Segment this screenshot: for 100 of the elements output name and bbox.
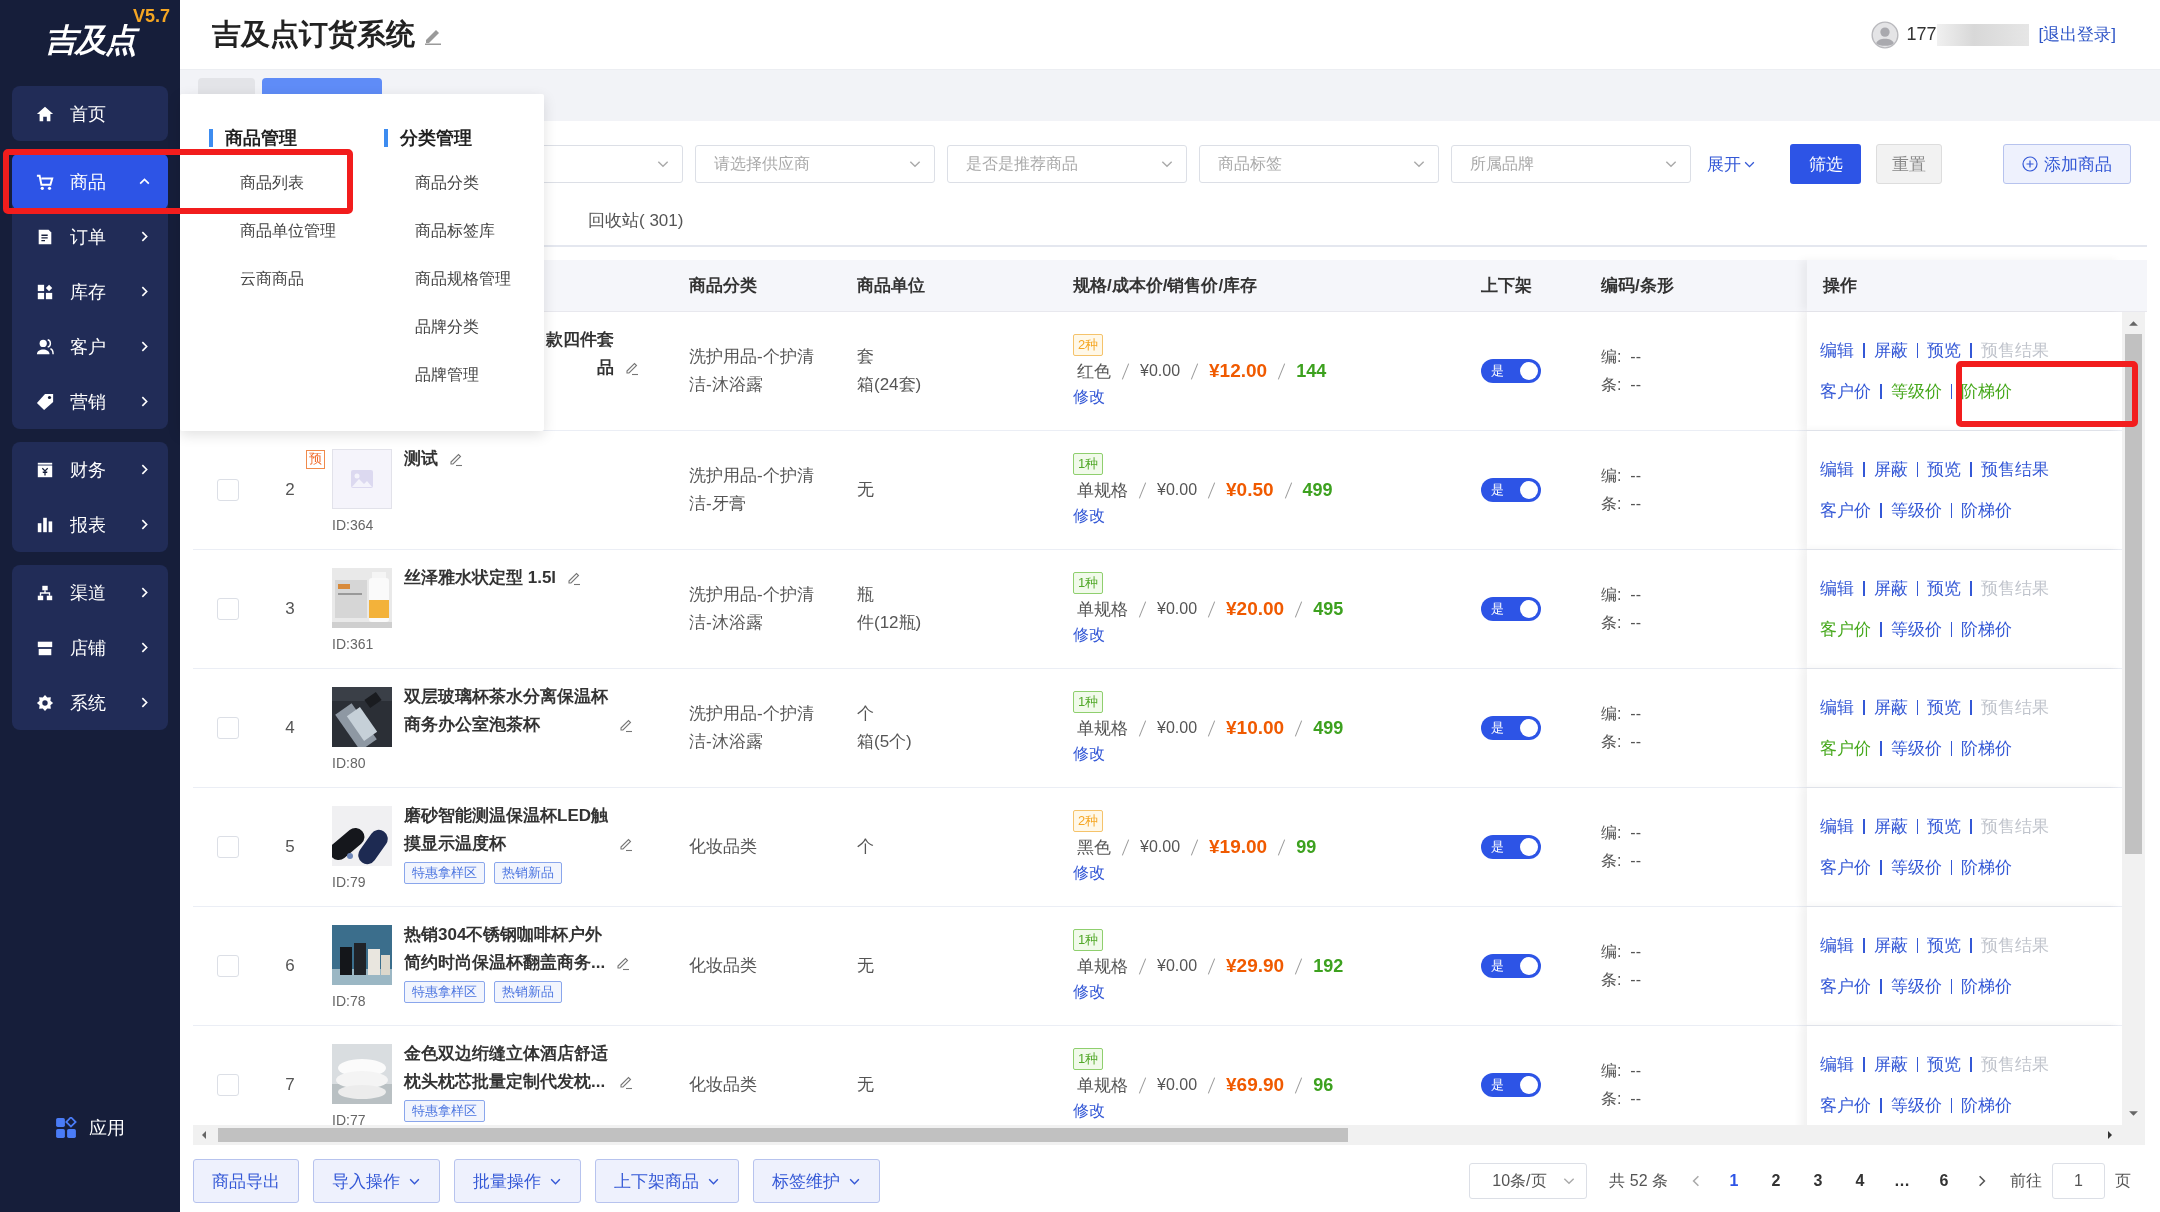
action-link[interactable]: 预览 (1927, 933, 1961, 957)
menu-item[interactable]: 商品标签库 (384, 220, 495, 241)
action-link[interactable]: 编辑 (1820, 338, 1854, 362)
action-link[interactable]: 编辑 (1820, 457, 1854, 481)
sidebar-item[interactable]: 渠道 (12, 565, 168, 620)
action-link[interactable]: 等级价 (1890, 617, 1942, 641)
horizontal-scrollbar[interactable] (193, 1124, 2145, 1145)
sidebar-item[interactable]: 库存 (12, 264, 168, 319)
menu-item[interactable]: 商品分类 (384, 172, 479, 193)
action-link[interactable]: 预览 (1927, 338, 1961, 362)
action-link[interactable]: 客户价 (1820, 974, 1871, 998)
action-button[interactable]: 批量操作 (454, 1159, 581, 1204)
page-link[interactable]: … (1892, 1172, 1912, 1191)
checkbox[interactable] (216, 478, 239, 501)
action-link[interactable]: 等级价 (1890, 1093, 1942, 1117)
action-link[interactable]: 屏蔽 (1873, 457, 1908, 481)
toggle-switch[interactable]: 是 (1481, 358, 1541, 383)
reset-button[interactable]: 重置 (1876, 144, 1942, 184)
menu-item[interactable]: 云商商品 (209, 268, 304, 289)
checkbox[interactable] (216, 1073, 239, 1096)
checkbox[interactable] (216, 716, 239, 739)
page-link[interactable]: 2 (1766, 1172, 1786, 1191)
action-link[interactable]: 预售结果 (1980, 457, 2049, 481)
action-link[interactable]: 阶梯价 (1961, 974, 2012, 998)
modify-link[interactable]: 修改 (1073, 1100, 1105, 1122)
action-link[interactable]: 预览 (1927, 457, 1961, 481)
sidebar-item[interactable]: 系统 (12, 675, 168, 730)
action-button[interactable]: 导入操作 (313, 1159, 440, 1204)
sidebar-item[interactable]: 财务 (12, 442, 168, 497)
page-link[interactable]: 6 (1934, 1172, 1954, 1191)
page-input[interactable]: 1 (2052, 1163, 2105, 1200)
checkbox[interactable] (216, 597, 239, 620)
action-link[interactable]: 阶梯价 (1961, 617, 2012, 641)
sidebar-item[interactable]: 商品 (12, 154, 168, 209)
sidebar-item[interactable]: 订单 (12, 209, 168, 264)
action-link[interactable]: 预览 (1927, 576, 1961, 600)
toggle-switch[interactable]: 是 (1481, 834, 1541, 859)
action-link[interactable]: 编辑 (1820, 1052, 1854, 1076)
sidebar-item[interactable]: 营销 (12, 374, 168, 429)
action-link[interactable]: 预览 (1927, 695, 1961, 719)
apps-button[interactable]: 应用 (55, 1116, 125, 1140)
toggle-switch[interactable]: 是 (1481, 953, 1541, 978)
action-link[interactable]: 阶梯价 (1961, 1093, 2012, 1117)
toggle-switch[interactable]: 是 (1481, 596, 1541, 621)
modify-link[interactable]: 修改 (1073, 624, 1105, 646)
page-size-select[interactable]: 10条/页 (1469, 1163, 1588, 1200)
sidebar-item[interactable]: 店铺 (12, 620, 168, 675)
menu-item[interactable]: 商品单位管理 (209, 220, 336, 241)
action-link[interactable]: 屏蔽 (1873, 814, 1908, 838)
action-link[interactable]: 编辑 (1820, 695, 1854, 719)
action-link[interactable]: 客户价 (1820, 498, 1871, 522)
page-link[interactable]: 1 (1724, 1172, 1744, 1191)
action-link[interactable]: 屏蔽 (1873, 695, 1908, 719)
action-link[interactable]: 屏蔽 (1873, 933, 1908, 957)
add-product-button[interactable]: 添加商品 (2003, 144, 2131, 184)
action-link[interactable]: 客户价 (1820, 855, 1871, 879)
sidebar-item[interactable]: 报表 (12, 497, 168, 552)
logout-link[interactable]: [退出登录] (2038, 23, 2116, 46)
action-link[interactable]: 阶梯价 (1961, 498, 2012, 522)
action-link[interactable]: 屏蔽 (1873, 576, 1908, 600)
action-link[interactable]: 等级价 (1890, 498, 1942, 522)
menu-item[interactable]: 品牌分类 (384, 316, 479, 337)
toggle-switch[interactable]: 是 (1481, 715, 1541, 740)
action-link[interactable]: 屏蔽 (1873, 338, 1908, 362)
menu-item[interactable]: 商品规格管理 (384, 268, 511, 289)
vertical-scrollbar[interactable] (2122, 311, 2145, 1125)
modify-link[interactable]: 修改 (1073, 505, 1105, 527)
filter-button[interactable]: 筛选 (1790, 144, 1861, 184)
action-link[interactable]: 客户价 (1820, 1093, 1871, 1117)
action-link[interactable]: 阶梯价 (1961, 855, 2012, 879)
action-link[interactable]: 编辑 (1820, 933, 1854, 957)
page-link[interactable]: 4 (1850, 1172, 1870, 1191)
page-link[interactable]: 3 (1808, 1172, 1828, 1191)
checkbox[interactable] (216, 954, 239, 977)
action-link[interactable]: 屏蔽 (1873, 1052, 1908, 1076)
modify-link[interactable]: 修改 (1073, 862, 1105, 884)
menu-item[interactable]: 品牌管理 (384, 364, 479, 385)
action-link[interactable]: 等级价 (1890, 974, 1942, 998)
sidebar-item[interactable]: 首页 (12, 86, 168, 141)
expand-link[interactable]: 展开 (1707, 152, 1756, 176)
modify-link[interactable]: 修改 (1073, 743, 1105, 765)
action-link[interactable]: 编辑 (1820, 576, 1854, 600)
next-page-icon[interactable] (1976, 1175, 1988, 1188)
modify-link[interactable]: 修改 (1073, 386, 1105, 408)
action-link[interactable]: 客户价 (1820, 379, 1871, 403)
action-button[interactable]: 标签维护 (753, 1159, 880, 1204)
action-button[interactable]: 上下架商品 (595, 1159, 739, 1204)
action-link[interactable]: 阶梯价 (1961, 736, 2012, 760)
action-link[interactable]: 等级价 (1890, 736, 1942, 760)
menu-item[interactable]: 商品列表 (209, 172, 304, 193)
tab[interactable]: 回收站( 301) (588, 209, 684, 233)
action-link[interactable]: 预览 (1927, 1052, 1961, 1076)
toggle-switch[interactable]: 是 (1481, 477, 1541, 502)
scroll-right-icon[interactable] (2105, 1129, 2115, 1140)
action-button[interactable]: 商品导出 (193, 1159, 299, 1204)
modify-link[interactable]: 修改 (1073, 981, 1105, 1003)
sidebar-item[interactable]: 客户 (12, 319, 168, 374)
toggle-switch[interactable]: 是 (1481, 1072, 1541, 1097)
action-link[interactable]: 预览 (1927, 814, 1961, 838)
checkbox[interactable] (216, 835, 239, 858)
